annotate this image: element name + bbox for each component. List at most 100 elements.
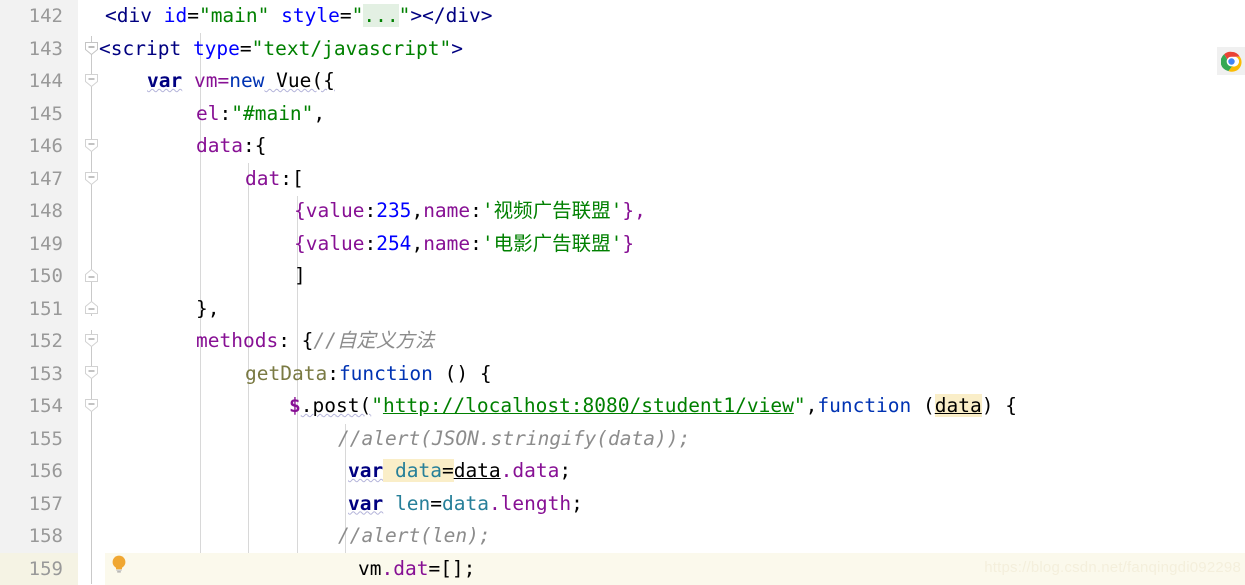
tok: Vue({ [264, 69, 334, 92]
editor-line-143[interactable]: 143 <script type="text/javascript"> [0, 33, 1245, 66]
tok: 254 [376, 232, 411, 255]
url-link[interactable]: http://localhost:8080/student1/view [383, 394, 794, 417]
tok: var [348, 492, 383, 515]
folded-region[interactable]: ... [363, 4, 398, 27]
tok: ( [911, 394, 934, 417]
editor-line-155[interactable]: 155 //alert(JSON.stringify(data)); [0, 423, 1245, 456]
tok: el [196, 102, 219, 125]
tok: '视频广告联盟' [482, 199, 622, 222]
tok [181, 37, 193, 60]
editor-line-149[interactable]: 149 {value:254,name:'电影广告联盟'} [0, 228, 1245, 261]
fold-collapse-icon[interactable] [84, 398, 99, 413]
fold-collapse-icon[interactable] [84, 73, 99, 88]
code-text: var data=data.data; [348, 455, 571, 488]
line-number: 159 [0, 553, 63, 585]
intention-lightbulb-icon[interactable] [110, 554, 128, 574]
editor-line-148[interactable]: 148 {value:235,name:'视频广告联盟'}, [0, 195, 1245, 228]
code-text: <div id="main" style="..."></div> [105, 0, 493, 33]
editor-line-153[interactable]: 153 getData:function () { [0, 358, 1245, 391]
tok: : [327, 362, 339, 385]
tok: "main" [199, 4, 269, 27]
tok: } [622, 232, 634, 255]
tok: dat [245, 167, 280, 190]
highlighted-identifier[interactable]: data [935, 394, 982, 417]
editor-line-156[interactable]: 156 var data=data.data; [0, 455, 1245, 488]
tok: () { [433, 362, 492, 385]
tok: vm [358, 557, 381, 580]
tok: style [281, 4, 340, 27]
tok: ; [571, 492, 583, 515]
tok: " [371, 394, 383, 417]
line-number: 147 [0, 163, 63, 196]
fold-collapse-icon[interactable] [84, 365, 99, 380]
code-text: vm.dat=[]; [358, 553, 475, 585]
code-bg [105, 130, 1245, 163]
code-bg [105, 195, 1245, 228]
editor-line-145[interactable]: 145 el:"#main", [0, 98, 1245, 131]
code-bg [105, 455, 1245, 488]
editor-line-147[interactable]: 147 dat:[ [0, 163, 1245, 196]
editor-line-157[interactable]: 157 var len=data.length; [0, 488, 1245, 521]
code-text: {value:254,name:'电影广告联盟'} [294, 228, 634, 261]
fold-collapse-icon[interactable] [84, 41, 99, 56]
chrome-browser-icon[interactable] [1217, 47, 1245, 75]
tok: :{ [243, 134, 266, 157]
tok: = [187, 4, 199, 27]
tok: : [364, 232, 376, 255]
code-bg [105, 293, 1245, 326]
fold-end-icon[interactable] [84, 268, 99, 283]
tok: 235 [376, 199, 411, 222]
tok: { [294, 199, 306, 222]
tok: <div [105, 4, 152, 27]
line-number: 158 [0, 520, 63, 553]
editor-line-152[interactable]: 152 methods: {//自定义方法 [0, 325, 1245, 358]
tok: = [240, 37, 252, 60]
fold-end-icon[interactable] [84, 300, 99, 315]
tok: .length [489, 492, 571, 515]
editor-line-144[interactable]: 144 var vm=new Vue({ [0, 65, 1245, 98]
tok: var [348, 459, 383, 482]
tok: function [339, 362, 433, 385]
tok: , [806, 394, 818, 417]
code-comment: //alert(JSON.stringify(data)); [338, 427, 690, 450]
highlighted-identifier[interactable]: data [395, 459, 442, 482]
editor-line-154[interactable]: 154 $.post("http://localhost:8080/studen… [0, 390, 1245, 423]
tok: = [442, 459, 454, 482]
tok: id [164, 4, 187, 27]
line-number: 157 [0, 488, 63, 521]
code-text: el:"#main", [196, 98, 325, 131]
tok: { [294, 232, 306, 255]
tok: }, [622, 199, 645, 222]
fold-collapse-icon[interactable] [84, 138, 99, 153]
tok: : [219, 102, 231, 125]
code-comment: //自定义方法 [313, 329, 434, 352]
tok: : [470, 232, 482, 255]
line-number: 154 [0, 390, 63, 423]
tok: "text/javascript" [252, 37, 452, 60]
tok: , [313, 102, 325, 125]
line-number: 146 [0, 130, 63, 163]
editor-line-142[interactable]: 142 <div id="main" style="..."></div> [0, 0, 1245, 33]
editor-line-150[interactable]: 150 ] [0, 260, 1245, 293]
line-number: 156 [0, 455, 63, 488]
code-text: }, [196, 293, 219, 326]
tok: name [423, 232, 470, 255]
editor-line-158[interactable]: 158 //alert(len); [0, 520, 1245, 553]
editor-line-151[interactable]: 151 }, [0, 293, 1245, 326]
code-editor[interactable]: 142 <div id="main" style="..."></div> 14… [0, 0, 1245, 584]
code-text: var vm=new Vue({ [147, 65, 335, 98]
tok: data [454, 459, 501, 482]
tok: ) { [982, 394, 1017, 417]
editor-line-146[interactable]: 146 data:{ [0, 130, 1245, 163]
fold-collapse-icon[interactable] [84, 171, 99, 186]
fold-collapse-icon[interactable] [84, 333, 99, 348]
code-bg [105, 260, 1245, 293]
line-number: 145 [0, 98, 63, 131]
tok [269, 4, 281, 27]
tok: : [364, 199, 376, 222]
code-text: //alert(len); [338, 520, 491, 553]
tok: }, [196, 297, 219, 320]
watermark-text: https://blog.csdn.net/fanqingdi092298 [984, 559, 1241, 576]
tok: value [306, 232, 365, 255]
code-text: $.post("http://localhost:8080/student1/v… [289, 390, 1017, 423]
